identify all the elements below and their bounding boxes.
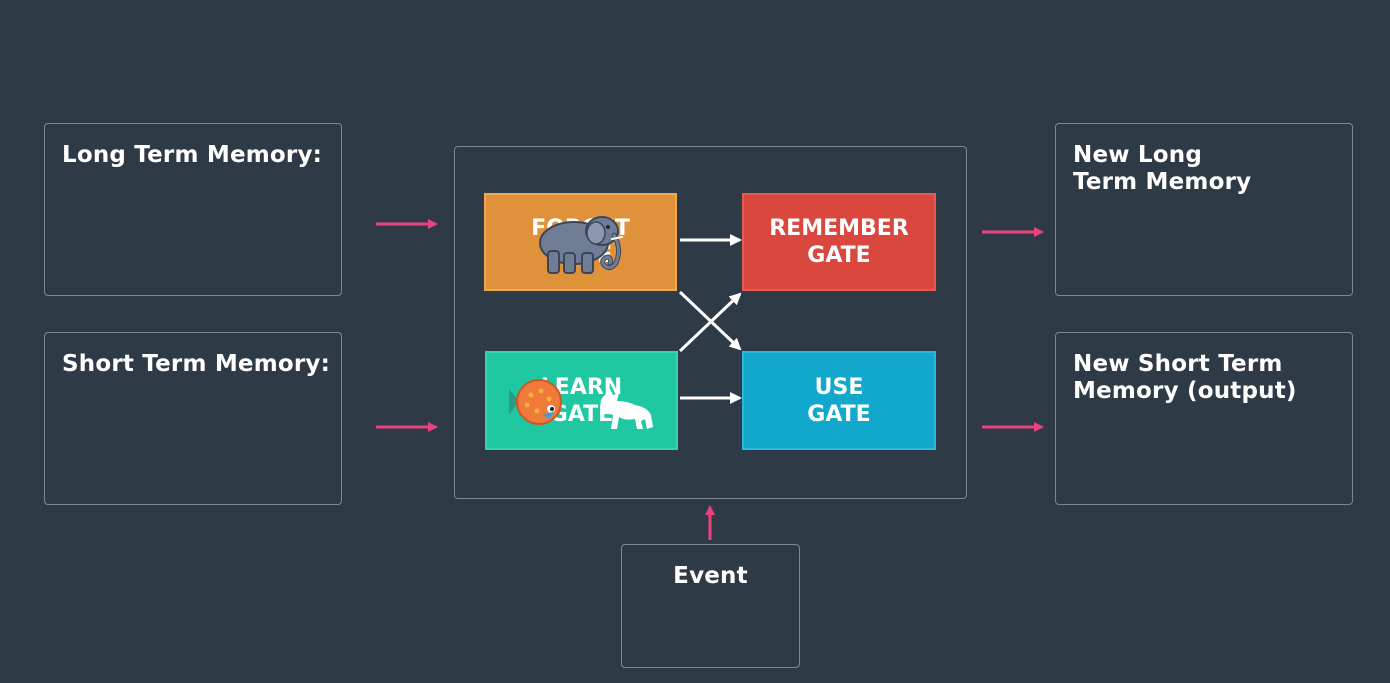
long-term-memory-box: Long Term Memory: [44, 123, 342, 296]
new-long-term-memory-box: New Long Term Memory [1055, 123, 1353, 296]
fish-icon [509, 379, 562, 425]
long-term-memory-label: Long Term Memory: [62, 142, 323, 168]
remember-gate: REMEMBER GATE [742, 193, 936, 291]
short-term-memory-label: Short Term Memory: [62, 351, 331, 377]
new-short-term-memory-box: New Short Term Memory (output) [1055, 332, 1353, 505]
event-box: Event [621, 544, 800, 668]
forget-gate: FORGET GATE [484, 193, 677, 291]
event-label: Event [673, 563, 748, 589]
use-gate: USE GATE [742, 351, 936, 450]
use-gate-label: USE GATE [807, 374, 871, 427]
learn-gate: LEARN GATE [485, 351, 678, 450]
new-short-term-memory-label: New Short Term Memory (output) [1073, 351, 1297, 404]
short-term-memory-box: Short Term Memory: [44, 332, 342, 505]
remember-gate-label: REMEMBER GATE [769, 216, 909, 268]
new-long-term-memory-label: New Long Term Memory [1073, 142, 1252, 195]
elephant-icon [539, 216, 623, 274]
wolf-icon [600, 387, 653, 429]
